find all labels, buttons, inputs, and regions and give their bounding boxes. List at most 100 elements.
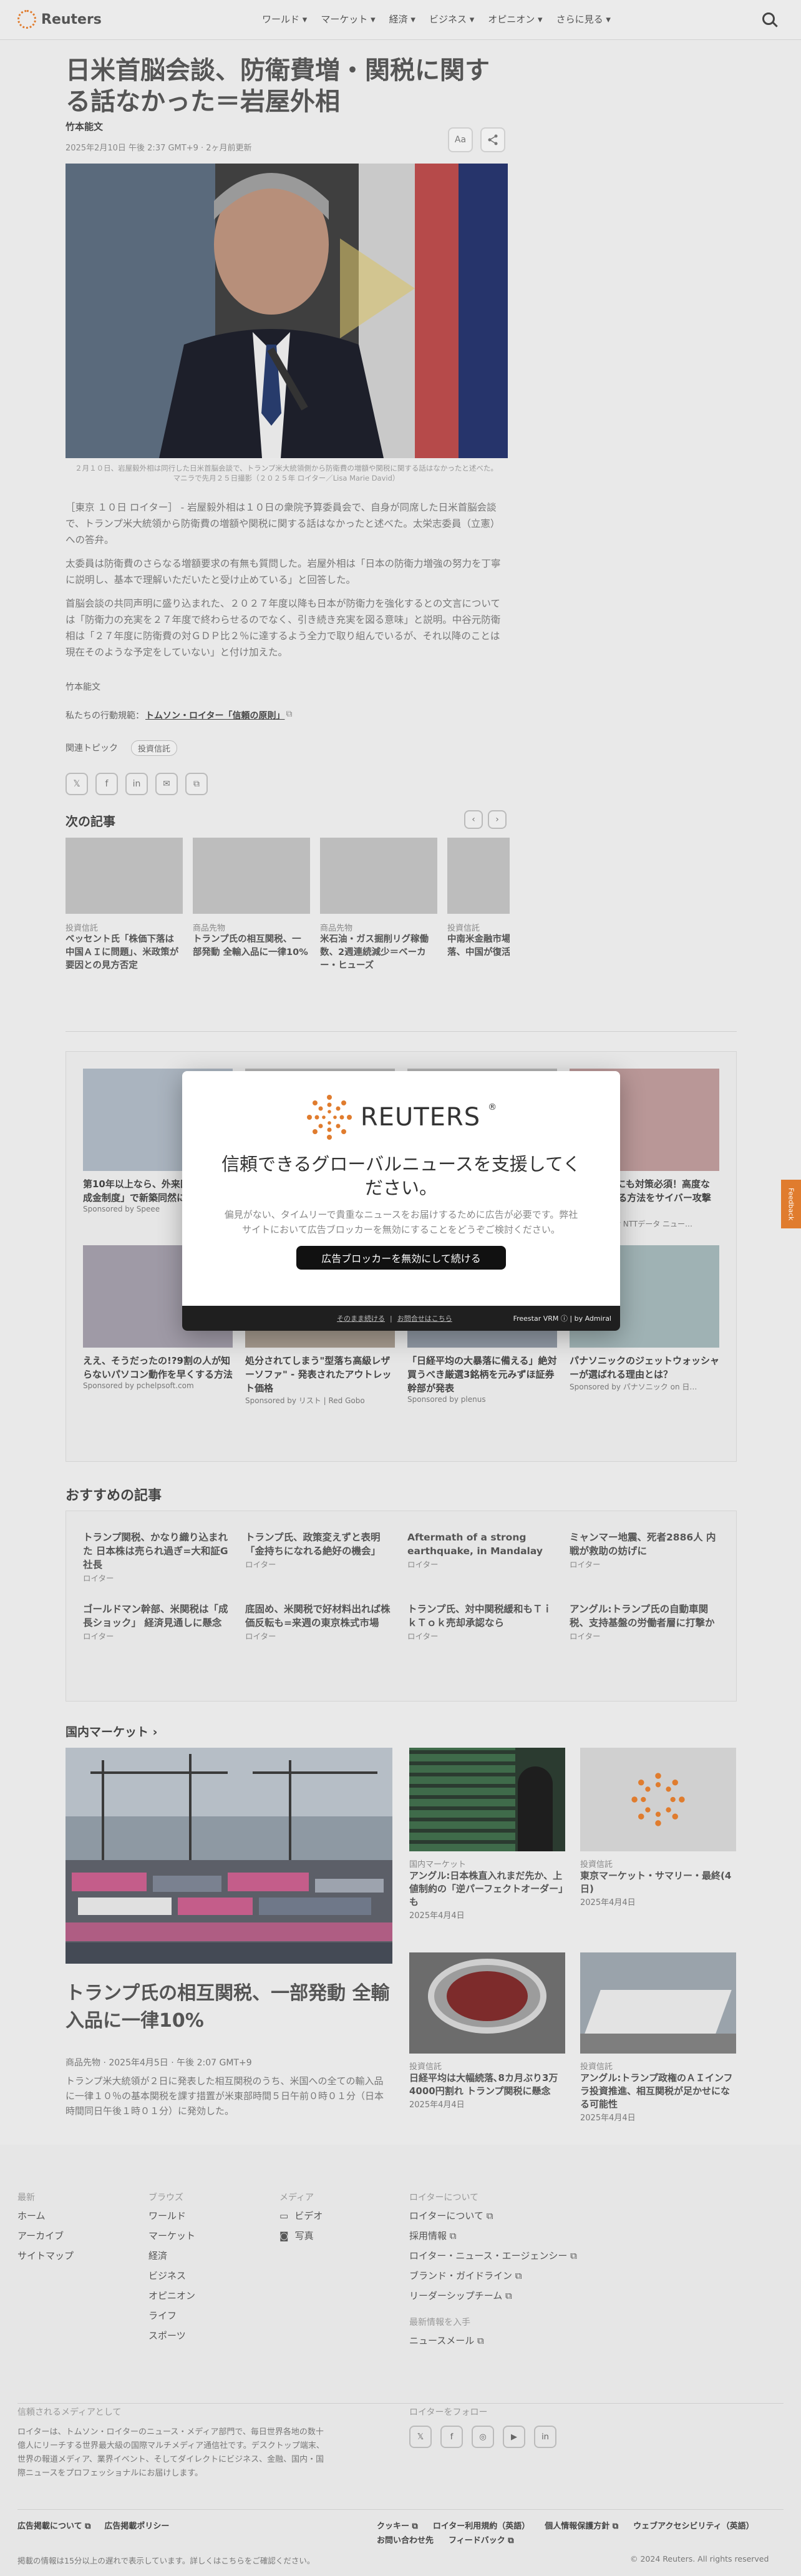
next-card[interactable]: 投資信託 ベッセント氏「株価下落は中国ＡＩに問題」、米政策が要因との見方否定: [66, 838, 183, 972]
footer-link[interactable]: マーケット: [148, 2226, 195, 2246]
text-size-button[interactable]: Aa: [448, 127, 473, 152]
market-card[interactable]: 国内マーケット アングル:日本株直入れまだ先か、上値制約の「逆パーフェクトオーダ…: [409, 1748, 565, 1921]
sponsored-title[interactable]: ええ、そうだったの!?9割の人が知らないパソコン動作を早くする方法: [83, 1354, 233, 1381]
nav-markets[interactable]: マーケット ▾: [321, 12, 375, 26]
footer-link[interactable]: ロイターについて ⧉: [409, 2206, 577, 2226]
x-icon[interactable]: 𝕏: [409, 2426, 432, 2448]
x-share-icon[interactable]: 𝕏: [66, 773, 88, 795]
facebook-icon[interactable]: f: [440, 2426, 463, 2448]
reuters-logo[interactable]: Reuters: [17, 10, 102, 29]
next-card[interactable]: 商品先物 トランプ氏の相互関税、一部発動 全輸入品に一律10%: [193, 838, 310, 972]
chevron-left-icon[interactable]: ‹: [464, 810, 483, 829]
advertise-link[interactable]: 広告掲載について ⧉: [17, 2519, 90, 2531]
footer-link[interactable]: オピニオン: [148, 2286, 195, 2306]
recommended-item[interactable]: トランプ氏、政策変えずと表明 「金持ちになれる絶好の機会」 ロイター: [245, 1530, 395, 1584]
author-link[interactable]: 竹本能文: [66, 120, 103, 133]
sponsored-title[interactable]: 処分されてしまう"型落ち高級レザーソファ" - 発表されたアウトレット価格: [245, 1354, 395, 1395]
copy-link-icon[interactable]: ⧉: [185, 773, 208, 795]
contact-link[interactable]: お問い合わせ先: [377, 2534, 434, 2545]
footer-link[interactable]: ホーム: [17, 2206, 74, 2226]
topic-chip[interactable]: 投資信託: [131, 740, 178, 756]
article-paragraph: ［東京 １０日 ロイター］ - 岩屋毅外相は１０日の衆院予算委員会で、自身が同席…: [66, 502, 500, 546]
next-card-title[interactable]: ベッセント氏「株価下落は中国ＡＩに問題」、米政策が要因との見方否定: [66, 933, 183, 972]
principles-link[interactable]: トムソン・ロイター「信頼の原則」: [145, 709, 284, 722]
share-button[interactable]: [480, 127, 505, 152]
chevron-right-icon[interactable]: ›: [488, 810, 507, 829]
adblock-modal: REUTERS ® 信頼できるグローバルニュースを支援してください。 偏見がない、…: [182, 1071, 620, 1331]
sponsored-title[interactable]: パナソニックのジェットウォッシャーが選ばれる理由とは？: [570, 1354, 719, 1381]
footer-link[interactable]: 経済: [148, 2246, 195, 2266]
next-card-title[interactable]: トランプ氏の相互関税、一部発動 全輸入品に一律10%: [193, 933, 310, 959]
disable-adblock-button[interactable]: 広告ブロッカーを無効にして続ける: [296, 1246, 506, 1270]
recommended-title-text[interactable]: アングル:トランプ氏の自動車関税、支持基盤の労働者層に打撃か: [570, 1602, 719, 1630]
market-card-title[interactable]: アングル:日本株直入れまだ先か、上値制約の「逆パーフェクトオーダー」も: [409, 1869, 565, 1909]
recommended-item[interactable]: アングル:トランプ氏の自動車関税、支持基盤の労働者層に打撃か ロイター: [570, 1602, 719, 1642]
recommended-title-text[interactable]: 底固め、米関税で好材料出れば株価反転も=来週の東京株式市場: [245, 1602, 395, 1630]
next-card-title[interactable]: 中南米金融市場、株式下落、中国が復活し復措置: [447, 933, 510, 959]
next-card-title[interactable]: 米石油・ガス掘削リグ稼働数、2週連続減少＝ベーカー・ヒューズ: [320, 933, 437, 972]
feedback-link[interactable]: フィードバック ⧉: [449, 2534, 514, 2545]
footer-link[interactable]: 採用情報 ⧉: [409, 2226, 577, 2246]
markets-main-meta: 商品先物 · 2025年4月5日 · 午後 2:07 GMT+9: [66, 2058, 252, 2068]
facebook-share-icon[interactable]: f: [95, 773, 118, 795]
recommended-item[interactable]: 底固め、米関税で好材料出れば株価反転も=来週の東京株式市場 ロイター: [245, 1602, 395, 1642]
privacy-link[interactable]: 個人情報保護方針 ⧉: [545, 2519, 618, 2531]
footer-link[interactable]: サイトマップ: [17, 2246, 74, 2266]
nav-business[interactable]: ビジネス ▾: [429, 12, 474, 26]
recommended-item[interactable]: トランプ氏、対中関税緩和もＴｉｋＴｏｋ売却承認なら ロイター: [407, 1602, 557, 1642]
footer-link-video[interactable]: ▭ ビデオ: [279, 2206, 323, 2226]
recommended-title-text[interactable]: ミャンマー地震、死者2886人 内戦が救助の妨げに: [570, 1530, 719, 1558]
nav-opinion[interactable]: オピニオン ▾: [488, 12, 542, 26]
market-card-title[interactable]: アングル:トランプ政権のＡＩインフラ投資推進、相互関税が足かせになる可能性: [580, 2072, 736, 2111]
footer-link[interactable]: スポーツ: [148, 2326, 195, 2346]
recommended-item[interactable]: Aftermath of a strong earthquake, in Man…: [407, 1530, 557, 1584]
youtube-icon[interactable]: ▶: [503, 2426, 525, 2448]
email-share-icon[interactable]: ✉: [155, 773, 178, 795]
markets-main-title[interactable]: トランプ氏の相互関税、一部発動 全輸入品に一律10%: [66, 1980, 392, 2035]
instagram-icon[interactable]: ◎: [472, 2426, 494, 2448]
recommended-item[interactable]: ゴールドマン幹部、米関税は「成長ショック」 経済見通しに懸念 ロイター: [83, 1602, 233, 1642]
footer-link[interactable]: ライフ: [148, 2306, 195, 2326]
recommended-item[interactable]: トランプ関税、かなり織り込まれた 日本株は売られ過ぎ=大和証G社長 ロイター: [83, 1530, 233, 1584]
footer-link[interactable]: リーダーシップチーム ⧉: [409, 2286, 577, 2306]
recommended-title-text[interactable]: トランプ関税、かなり織り込まれた 日本株は売られ過ぎ=大和証G社長: [83, 1530, 233, 1572]
linkedin-share-icon[interactable]: in: [125, 773, 148, 795]
linkedin-icon[interactable]: in: [534, 2426, 556, 2448]
market-card[interactable]: 投資信託 アングル:トランプ政権のＡＩインフラ投資推進、相互関税が足かせになる可…: [580, 1952, 736, 2123]
market-card[interactable]: 投資信託 東京マーケット・サマリー・最終(4日) 2025年4月4日: [580, 1748, 736, 1908]
footer-link[interactable]: ロイター・ニュース・エージェンシー ⧉: [409, 2246, 577, 2266]
sponsored-title[interactable]: 「日経平均の大暴落に備える」絶対買うべき厳選3銘柄を元みずほ証券幹部が発表: [407, 1354, 557, 1395]
recommended-item[interactable]: ミャンマー地震、死者2886人 内戦が救助の妨げに ロイター: [570, 1530, 719, 1584]
recommended-title-text[interactable]: Aftermath of a strong earthquake, in Man…: [407, 1530, 557, 1558]
ad-policy-link[interactable]: 広告掲載ポリシー: [104, 2519, 169, 2531]
next-card[interactable]: 商品先物 米石油・ガス掘削リグ稼働数、2週連続減少＝ベーカー・ヒューズ: [320, 838, 437, 972]
modal-body: 偏見がない、タイムリーで貴重なニュースをお届けするために広告が必要です。弊社サイ…: [224, 1209, 578, 1235]
market-card-title[interactable]: 日経平均は大幅続落､8カ月ぶり3万4000円割れ トランプ関税に懸念: [409, 2072, 565, 2098]
newsletter-link[interactable]: ニュースメール ⧉: [409, 2331, 577, 2351]
contact-link[interactable]: お問合せはこちら: [397, 1313, 452, 1323]
recommended-title-text[interactable]: ゴールドマン幹部、米関税は「成長ショック」 経済見通しに懸念: [83, 1602, 233, 1630]
cookie-link[interactable]: クッキー ⧉: [377, 2519, 418, 2531]
recommended-title-text[interactable]: トランプ氏、政策変えずと表明 「金持ちになれる絶好の機会」: [245, 1530, 395, 1558]
nav-more[interactable]: さらに見る ▾: [556, 12, 611, 26]
footer-link-photos[interactable]: ◙ 写真: [279, 2226, 323, 2246]
nav-world[interactable]: ワールド ▾: [262, 12, 307, 26]
footer-link[interactable]: アーカイブ: [17, 2226, 74, 2246]
market-card-title[interactable]: 東京マーケット・サマリー・最終(4日): [580, 1869, 736, 1896]
markets-title[interactable]: 国内マーケット ›: [66, 1723, 157, 1740]
next-card[interactable]: 投資信託 中南米金融市場、株式下落、中国が復活し復措置: [447, 838, 510, 972]
continue-link[interactable]: そのまま続ける: [337, 1313, 385, 1323]
article-paragraph: 首脳会談の共同声明に盛り込まれた、２０２７年度以降も日本が防衛力を強化するとの文…: [66, 598, 501, 658]
feedback-tab[interactable]: Feedback: [781, 1180, 801, 1228]
footer-link[interactable]: ブランド・ガイドライン ⧉: [409, 2266, 577, 2286]
nav-economy[interactable]: 経済 ▾: [389, 12, 415, 26]
search-icon[interactable]: [762, 12, 775, 25]
recommended-title-text[interactable]: トランプ氏、対中関税緩和もＴｉｋＴｏｋ売却承認なら: [407, 1602, 557, 1630]
market-card[interactable]: 投資信託 日経平均は大幅続落､8カ月ぶり3万4000円割れ トランプ関税に懸念 …: [409, 1952, 565, 2110]
terms-link[interactable]: ロイター利用規約（英語）: [433, 2519, 530, 2531]
accessibility-link[interactable]: ウェブアクセシビリティ（英語）: [633, 2519, 754, 2531]
markets-main-image[interactable]: [66, 1748, 392, 1964]
footer-link[interactable]: ビジネス: [148, 2266, 195, 2286]
footer-link-label: ビデオ: [294, 2210, 323, 2221]
footer-link[interactable]: ワールド: [148, 2206, 195, 2226]
